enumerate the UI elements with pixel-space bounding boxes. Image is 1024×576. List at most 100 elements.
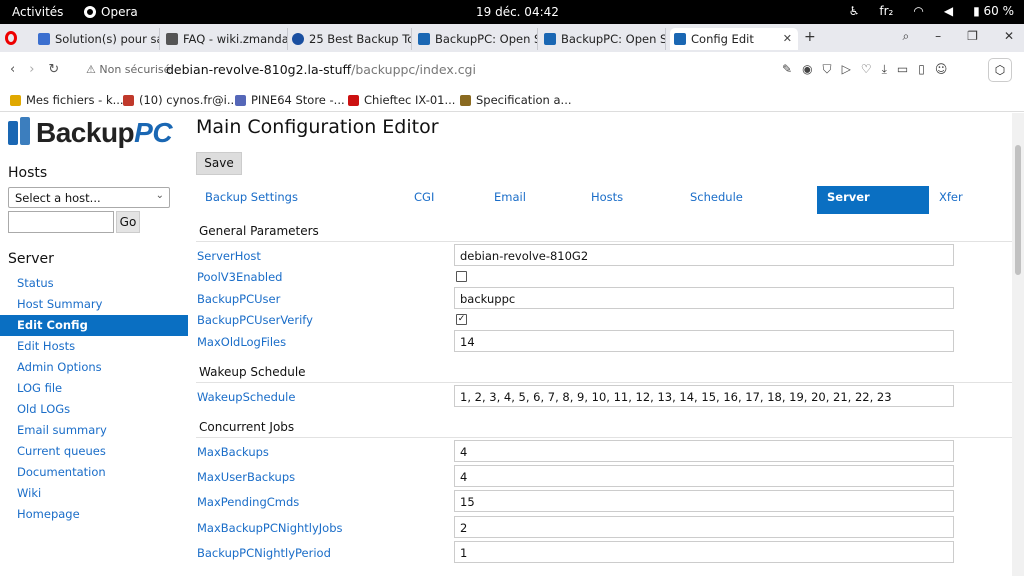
- close-tab-icon[interactable]: ✕: [783, 32, 792, 45]
- label-max-user-backups[interactable]: MaxUserBackups: [197, 470, 295, 484]
- sidebar-item-documentation[interactable]: Documentation: [0, 462, 188, 483]
- sidebar-item-edit-hosts[interactable]: Edit Hosts: [0, 336, 188, 357]
- tab-email[interactable]: Email: [494, 186, 526, 214]
- url-field[interactable]: debian-revolve-810g2.la-stuff/backuppc/i…: [166, 62, 476, 77]
- accessibility-icon[interactable]: ♿: [849, 4, 860, 18]
- forward-icon[interactable]: ›: [29, 62, 34, 77]
- max-backups-input[interactable]: 4: [454, 440, 954, 462]
- label-wakeup-schedule[interactable]: WakeupSchedule: [197, 390, 295, 404]
- address-bar: ‹ › ↻ ⚠ Non sécurisé debian-revolve-810g…: [0, 52, 1024, 88]
- back-icon[interactable]: ‹: [10, 62, 15, 77]
- chevron-down-icon: ⌄: [155, 190, 164, 201]
- battery-icon: ▮: [973, 4, 980, 18]
- tab-server[interactable]: Server: [817, 186, 929, 214]
- shield-icon[interactable]: ⛉: [823, 62, 832, 77]
- label-max-pending-cmds[interactable]: MaxPendingCmds: [197, 495, 299, 509]
- minimize-icon[interactable]: –: [935, 29, 941, 44]
- sidebar-item-current-queues[interactable]: Current queues: [0, 441, 188, 462]
- battery-saver-icon[interactable]: ▭: [897, 62, 908, 77]
- browser-tab[interactable]: 25 Best Backup Tools: [288, 28, 412, 50]
- reload-icon[interactable]: ↻: [48, 62, 59, 77]
- page-scrollbar[interactable]: [1012, 113, 1024, 576]
- backuppc-user-input[interactable]: backuppc: [454, 287, 954, 309]
- save-button[interactable]: Save: [196, 152, 242, 175]
- play-icon[interactable]: ▷: [842, 62, 851, 77]
- hosts-heading: Hosts: [8, 165, 48, 181]
- sidebar-item-edit-config[interactable]: Edit Config: [0, 315, 188, 336]
- host-input[interactable]: [8, 211, 114, 233]
- security-indicator[interactable]: ⚠ Non sécurisé: [86, 63, 170, 76]
- max-user-backups-input[interactable]: 4: [454, 465, 954, 487]
- sidebar-item-log-file[interactable]: LOG file: [0, 378, 188, 399]
- system-tray[interactable]: ♿ fr₂ ◠ ◀ ▮ 60 %: [849, 4, 1014, 18]
- tab-xfer[interactable]: Xfer: [939, 186, 963, 214]
- new-tab-button[interactable]: +: [804, 29, 816, 45]
- sidebar-item-host-summary[interactable]: Host Summary: [0, 294, 188, 315]
- main-content: Main Configuration Editor Save Backup Se…: [188, 113, 1012, 576]
- label-backuppc-user-verify[interactable]: BackupPCUserVerify: [197, 313, 313, 327]
- label-backuppc-nightly-period[interactable]: BackupPCNightlyPeriod: [197, 546, 331, 560]
- sidebar-item-old-logs[interactable]: Old LOGs: [0, 399, 188, 420]
- tab-hosts[interactable]: Hosts: [591, 186, 623, 214]
- label-pool-v3-enabled[interactable]: PoolV3Enabled: [197, 270, 282, 284]
- browser-tab-active[interactable]: Config Edit ✕: [670, 28, 798, 50]
- browser-tab[interactable]: BackupPC: Open Sou: [540, 28, 666, 50]
- max-old-log-files-input[interactable]: 14: [454, 330, 954, 352]
- close-window-icon[interactable]: ✕: [1004, 29, 1014, 44]
- label-max-old-log-files[interactable]: MaxOldLogFiles: [197, 335, 286, 349]
- tab-backup-settings[interactable]: Backup Settings: [205, 186, 298, 214]
- maximize-icon[interactable]: ❐: [967, 29, 978, 44]
- extensions-icon[interactable]: ⬡: [988, 58, 1012, 82]
- browser-tab[interactable]: BackupPC: Open Sou: [414, 28, 538, 50]
- activities-button[interactable]: Activités: [12, 5, 63, 19]
- bookmark-item[interactable]: Specification a...: [460, 93, 572, 107]
- app-menu[interactable]: Opera: [84, 5, 138, 19]
- heart-icon[interactable]: ♡: [861, 62, 872, 77]
- edit-icon[interactable]: ✎: [782, 62, 792, 77]
- wakeup-schedule-input[interactable]: 1, 2, 3, 4, 5, 6, 7, 8, 9, 10, 11, 12, 1…: [454, 385, 954, 407]
- server-host-input[interactable]: debian-revolve-810G2: [454, 244, 954, 266]
- clock[interactable]: 19 déc. 04:42: [476, 5, 559, 19]
- sidebar-item-homepage[interactable]: Homepage: [0, 504, 188, 525]
- label-backuppc-user[interactable]: BackupPCUser: [197, 292, 280, 306]
- profile-icon[interactable]: ☺: [935, 62, 948, 77]
- sidebar-item-wiki[interactable]: Wiki: [0, 483, 188, 504]
- bookmark-item[interactable]: (10) cynos.fr@i...: [123, 93, 238, 107]
- max-backuppc-nightly-jobs-input[interactable]: 2: [454, 516, 954, 538]
- max-pending-cmds-input[interactable]: 15: [454, 490, 954, 512]
- opera-menu-icon[interactable]: [5, 31, 17, 45]
- volume-icon: ◀: [943, 4, 954, 18]
- backuppc-logo[interactable]: BackupPC: [8, 117, 173, 149]
- bookmark-item[interactable]: Chieftec IX-01...: [348, 93, 455, 107]
- nav-buttons: ‹ › ↻: [10, 62, 59, 77]
- label-max-backuppc-nightly-jobs[interactable]: MaxBackupPCNightlyJobs: [197, 521, 343, 535]
- system-top-bar: Activités Opera 19 déc. 04:42 ♿ fr₂ ◠ ◀ …: [0, 0, 1024, 24]
- browser-tab[interactable]: FAQ - wiki.zmanda.c: [162, 28, 288, 50]
- label-server-host[interactable]: ServerHost: [197, 249, 261, 263]
- bookmark-item[interactable]: PINE64 Store -...: [235, 93, 345, 107]
- backuppc-logo-icon: [8, 117, 32, 149]
- sidebar-item-status[interactable]: Status: [0, 273, 188, 294]
- search-tabs-icon[interactable]: ⌕: [902, 29, 909, 44]
- bookmark-item[interactable]: Mes fichiers - k...: [10, 93, 124, 107]
- sidebar-item-email-summary[interactable]: Email summary: [0, 420, 188, 441]
- backuppc-user-verify-checkbox[interactable]: ✓: [456, 314, 467, 325]
- tab-cgi[interactable]: CGI: [414, 186, 434, 214]
- tab-favicon-icon: [674, 33, 686, 45]
- page-title: Main Configuration Editor: [196, 116, 439, 138]
- sidebar-icon[interactable]: ▯: [918, 62, 925, 77]
- backuppc-nightly-period-input[interactable]: 1: [454, 541, 954, 563]
- label-max-backups[interactable]: MaxBackups: [197, 445, 269, 459]
- sidebar-item-admin-options[interactable]: Admin Options: [0, 357, 188, 378]
- download-icon[interactable]: ⤓: [882, 62, 887, 77]
- server-heading: Server: [8, 251, 54, 267]
- keyboard-layout[interactable]: fr₂: [879, 4, 893, 18]
- browser-tab[interactable]: Solution(s) pour sauv: [34, 28, 160, 50]
- go-button[interactable]: Go: [116, 211, 140, 233]
- scrollbar-thumb[interactable]: [1015, 145, 1021, 275]
- tab-schedule[interactable]: Schedule: [690, 186, 743, 214]
- host-select[interactable]: Select a host... ⌄: [8, 187, 170, 208]
- section-divider: [196, 382, 1012, 383]
- camera-icon[interactable]: ◉: [802, 62, 812, 77]
- pool-v3-enabled-checkbox[interactable]: [456, 271, 467, 282]
